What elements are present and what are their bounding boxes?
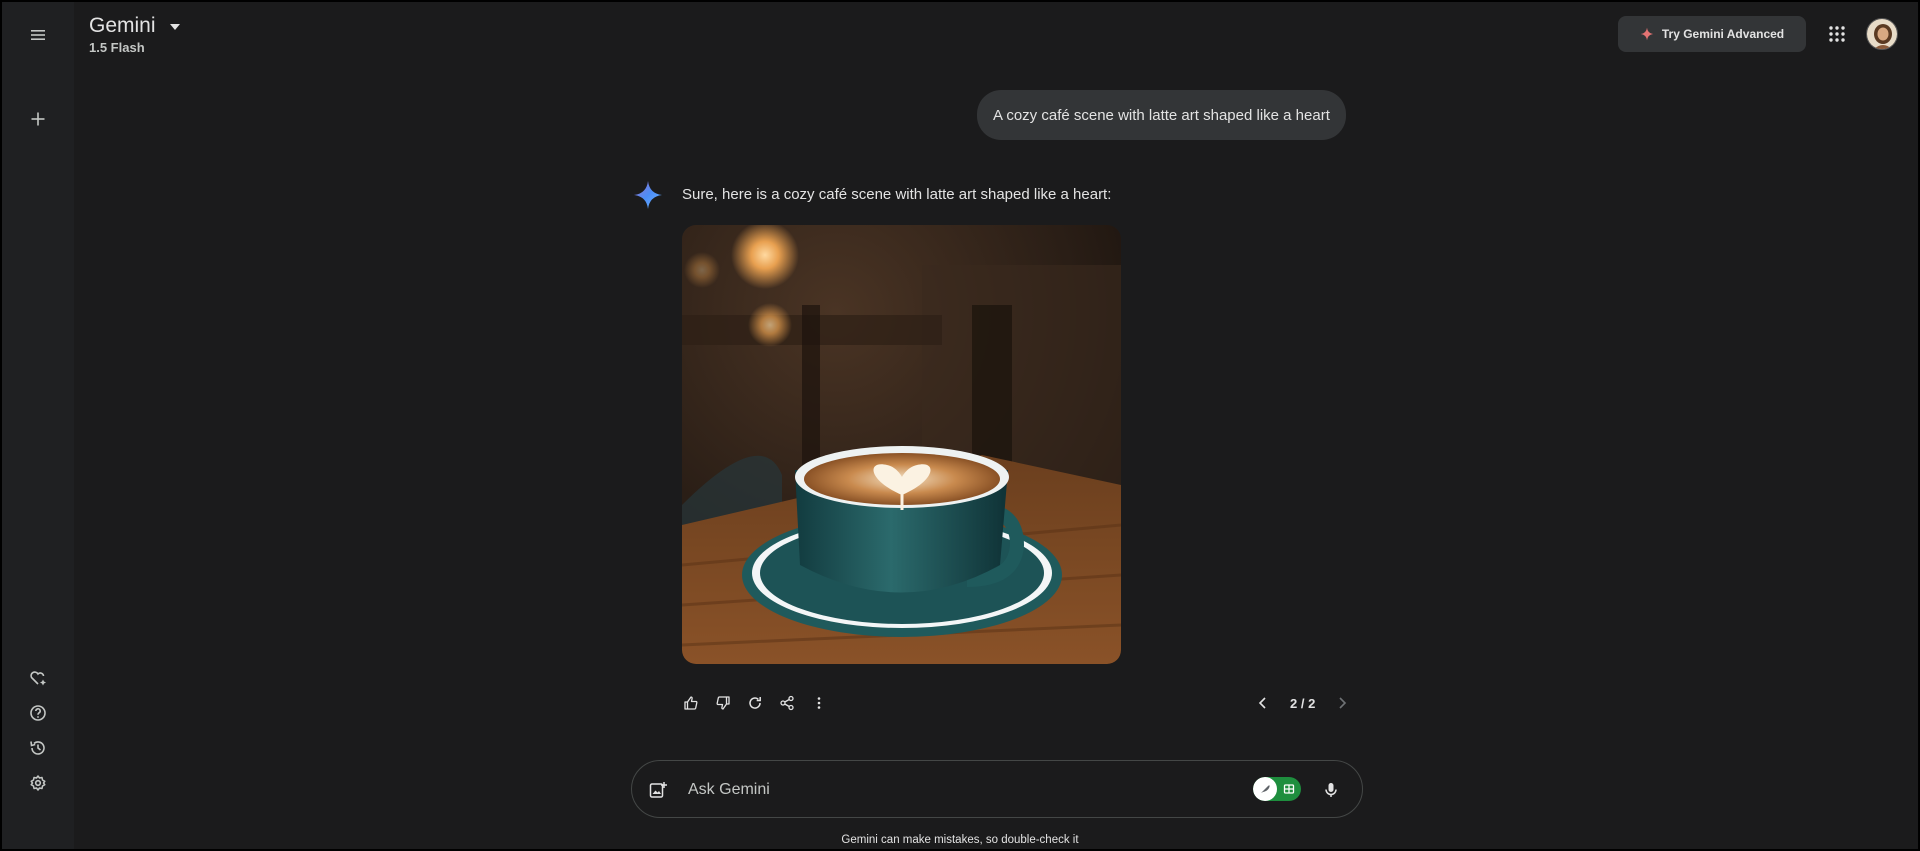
thumbs-down-icon[interactable] [710, 690, 736, 716]
ask-gemini-input[interactable] [688, 775, 1248, 805]
microphone-icon[interactable] [1316, 775, 1346, 805]
thumbs-up-icon[interactable] [678, 690, 704, 716]
previous-draft-icon[interactable] [1250, 690, 1276, 716]
chevron-down-icon [169, 24, 180, 30]
generated-image[interactable] [682, 225, 1121, 664]
regenerate-icon[interactable] [742, 690, 768, 716]
prompt-bar [631, 760, 1363, 818]
gemini-app: Gemini 1.5 Flash Try Gemini Advanced A c… [0, 0, 1920, 851]
extensions-toggle[interactable] [1253, 777, 1301, 801]
model-label: 1.5 Flash [89, 40, 145, 55]
more-options-icon[interactable] [806, 690, 832, 716]
side-rail [2, 2, 74, 849]
new-chat-icon[interactable] [20, 101, 56, 137]
response-actions [678, 690, 832, 716]
user-prompt-bubble: A cozy café scene with latte art shaped … [977, 90, 1346, 140]
next-draft-icon[interactable] [1329, 690, 1355, 716]
avatar[interactable] [1866, 18, 1898, 50]
feather-icon [1253, 777, 1277, 801]
advanced-label: Try Gemini Advanced [1661, 27, 1785, 41]
gem-manager-icon[interactable] [20, 660, 56, 696]
activity-icon[interactable] [20, 730, 56, 766]
upload-image-icon[interactable] [646, 778, 670, 802]
app-title: Gemini [89, 14, 156, 37]
disclaimer-text: Gemini can make mistakes, so double-chec… [841, 834, 1079, 846]
google-apps-icon[interactable] [1822, 19, 1852, 49]
pager-label: 2 / 2 [1290, 695, 1316, 711]
help-icon[interactable] [20, 695, 56, 731]
sparkle-icon [1640, 27, 1654, 41]
menu-icon[interactable] [20, 17, 56, 53]
sheets-icon [1277, 777, 1301, 801]
settings-icon[interactable] [20, 765, 56, 801]
response-text: Sure, here is a cozy café scene with lat… [682, 186, 1112, 203]
share-icon[interactable] [774, 690, 800, 716]
draft-pager: 2 / 2 [1250, 690, 1355, 716]
try-gemini-advanced-button[interactable]: Try Gemini Advanced [1618, 16, 1806, 52]
gemini-sparkle-icon [634, 181, 662, 209]
model-switcher[interactable]: Gemini 1.5 Flash [89, 14, 180, 55]
